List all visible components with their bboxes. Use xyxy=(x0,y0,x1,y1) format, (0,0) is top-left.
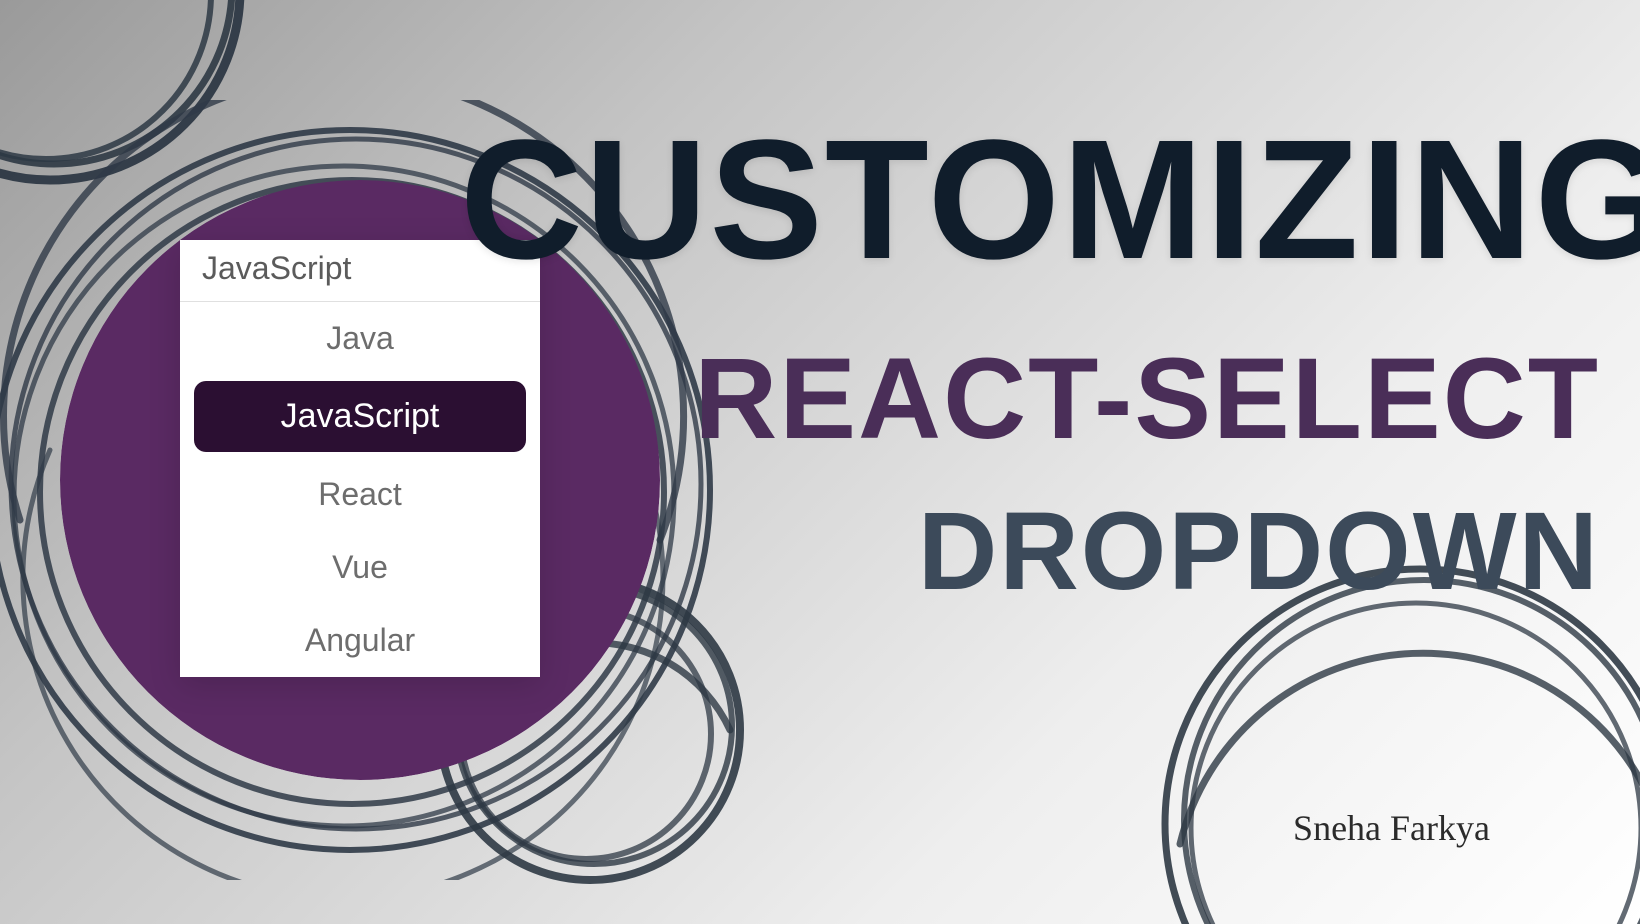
headline-line-2: REACT-SELECT xyxy=(460,342,1600,457)
select-option[interactable]: Angular xyxy=(180,604,540,677)
headline-line-1: CUSTOMIZING xyxy=(460,120,1600,282)
headline-line-3: DROPDOWN xyxy=(460,497,1600,607)
banner-canvas: JavaScript Java JavaScript React Vue Ang… xyxy=(0,0,1640,924)
headline-block: CUSTOMIZING REACT-SELECT DROPDOWN xyxy=(460,120,1600,607)
author-name: Sneha Farkya xyxy=(1293,807,1490,849)
